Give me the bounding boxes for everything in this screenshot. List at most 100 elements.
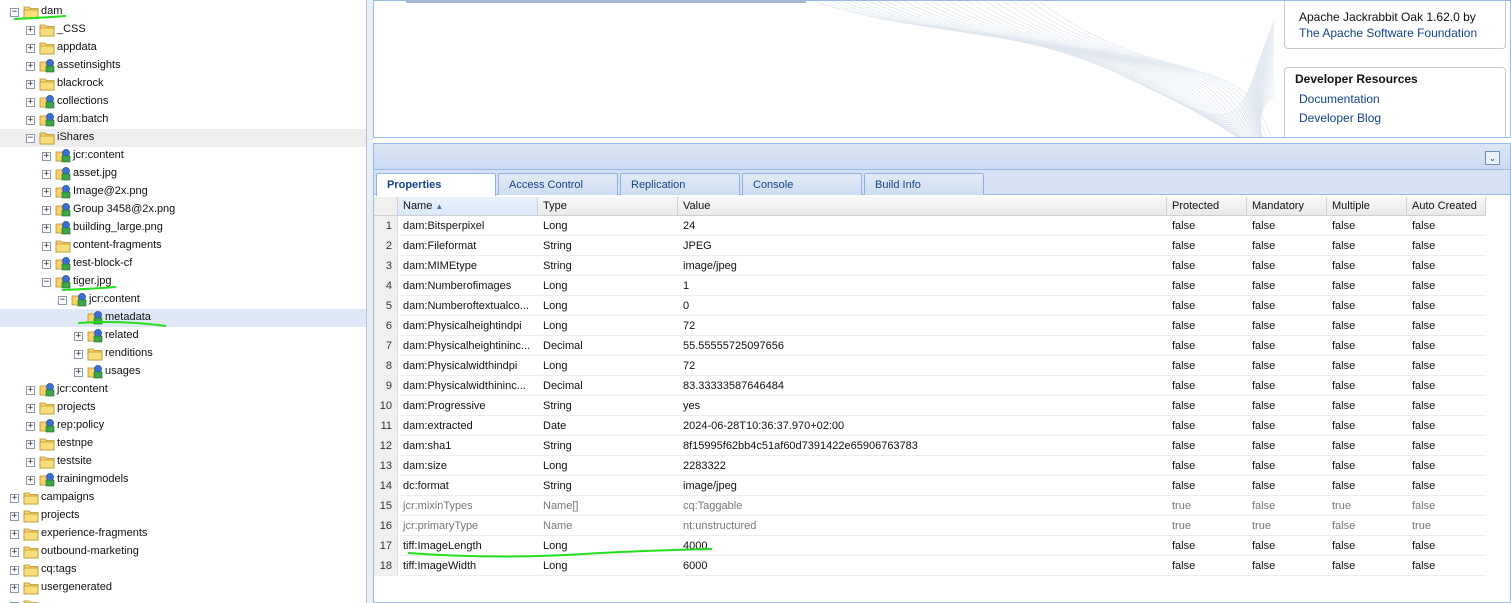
tree-node[interactable]: + usages (0, 363, 366, 381)
tab-properties[interactable]: Properties (376, 173, 496, 196)
expand-toggle-icon[interactable]: + (26, 386, 35, 395)
table-row[interactable]: 6 dam:Physicalheightindpi Long 72 false false… (374, 316, 1486, 336)
cell-auto-created[interactable]: false (1407, 276, 1486, 295)
cell-multiple[interactable]: false (1327, 236, 1407, 255)
expand-toggle-icon[interactable]: + (42, 152, 51, 161)
table-row[interactable]: 13 dam:size Long 2283322 false false false fals… (374, 456, 1486, 476)
tree-node[interactable]: + cq:tags (0, 561, 366, 579)
cell-mandatory[interactable]: false (1247, 356, 1327, 375)
collapse-toggle-icon[interactable]: − (42, 278, 51, 287)
expand-toggle-icon[interactable]: + (26, 440, 35, 449)
cell-auto-created[interactable]: false (1407, 356, 1486, 375)
cell-protected[interactable]: false (1167, 536, 1247, 555)
cell-auto-created[interactable]: false (1407, 376, 1486, 395)
tree-node[interactable]: + experience-fragments (0, 525, 366, 543)
table-row[interactable]: 1 dam:Bitsperpixel Long 24 false false false fa… (374, 216, 1486, 236)
cell-multiple[interactable]: false (1327, 516, 1407, 535)
cell-mandatory[interactable]: false (1247, 436, 1327, 455)
cell-value[interactable]: cq:Taggable (678, 496, 1167, 515)
cell-protected[interactable]: false (1167, 216, 1247, 235)
column-header-protected[interactable]: Protected (1167, 197, 1247, 215)
cell-mandatory[interactable]: false (1247, 556, 1327, 575)
developer-blog-link[interactable]: Developer Blog (1295, 109, 1495, 128)
cell-multiple[interactable]: false (1327, 336, 1407, 355)
cell-auto-created[interactable]: false (1407, 296, 1486, 315)
documentation-link[interactable]: Documentation (1295, 90, 1495, 109)
expand-toggle-icon[interactable]: + (26, 44, 35, 53)
cell-multiple[interactable]: false (1327, 376, 1407, 395)
expand-toggle-icon[interactable]: + (74, 368, 83, 377)
cell-mandatory[interactable]: false (1247, 396, 1327, 415)
tree-node[interactable]: + campaigns (0, 489, 366, 507)
cell-name[interactable]: tiff:ImageLength (398, 536, 538, 555)
cell-mandatory[interactable]: false (1247, 296, 1327, 315)
table-row[interactable]: 16 jcr:primaryType Name nt:unstructured true… (374, 516, 1486, 536)
table-row[interactable]: 9 dam:Physicalwidthininc... Decimal 83.3333… (374, 376, 1486, 396)
table-row[interactable]: 17 tiff:ImageLength Long 4000 false false fals… (374, 536, 1486, 556)
tree-node[interactable]: metadata (0, 309, 366, 327)
cell-multiple[interactable]: false (1327, 476, 1407, 495)
expand-toggle-icon[interactable]: + (42, 206, 51, 215)
tree-node[interactable]: + Group 3458@2x.png (0, 201, 366, 219)
cell-auto-created[interactable]: false (1407, 236, 1486, 255)
cell-type[interactable]: Decimal (538, 336, 678, 355)
column-header-mandatory[interactable]: Mandatory (1247, 197, 1327, 215)
cell-name[interactable]: dam:Bitsperpixel (398, 216, 538, 235)
tree-node[interactable]: + projects (0, 399, 366, 417)
cell-auto-created[interactable]: false (1407, 496, 1486, 515)
cell-mandatory[interactable]: false (1247, 376, 1327, 395)
cell-value[interactable]: 83.33333587646484 (678, 376, 1167, 395)
expand-toggle-icon[interactable]: + (10, 566, 19, 575)
cell-protected[interactable]: false (1167, 556, 1247, 575)
cell-auto-created[interactable]: false (1407, 416, 1486, 435)
cell-value[interactable]: 0 (678, 296, 1167, 315)
cell-multiple[interactable]: false (1327, 316, 1407, 335)
cell-name[interactable]: dc:format (398, 476, 538, 495)
cell-value[interactable]: image/jpeg (678, 256, 1167, 275)
cell-name[interactable]: dam:Numberoftextualco... (398, 296, 538, 315)
cell-multiple[interactable]: false (1327, 396, 1407, 415)
expand-toggle-icon[interactable]: + (42, 260, 51, 269)
cell-mandatory[interactable]: true (1247, 516, 1327, 535)
cell-protected[interactable]: false (1167, 296, 1247, 315)
cell-name[interactable]: dam:Numberofimages (398, 276, 538, 295)
tree-node[interactable]: + projects (0, 507, 366, 525)
expand-toggle-icon[interactable]: + (26, 62, 35, 71)
cell-protected[interactable]: true (1167, 496, 1247, 515)
collapse-toggle-icon[interactable]: − (26, 134, 35, 143)
cell-type[interactable]: Long (538, 276, 678, 295)
tree-node[interactable]: + usergenerated (0, 579, 366, 597)
cell-value[interactable]: 6000 (678, 556, 1167, 575)
table-row[interactable]: 12 dam:sha1 String 8f15995f62bb4c51af60d739… (374, 436, 1486, 456)
tree-node[interactable]: + testsite (0, 453, 366, 471)
table-row[interactable]: 15 jcr:mixinTypes Name[] cq:Taggable true fal… (374, 496, 1486, 516)
tree-node[interactable]: − dam (0, 3, 366, 21)
expand-toggle-icon[interactable]: + (26, 458, 35, 467)
cell-type[interactable]: String (538, 396, 678, 415)
tree-node[interactable]: + blackrock (0, 75, 366, 93)
cell-type[interactable]: Long (538, 296, 678, 315)
collapse-toggle-icon[interactable]: − (58, 296, 67, 305)
cell-value[interactable]: yes (678, 396, 1167, 415)
table-row[interactable]: 2 dam:Fileformat String JPEG false false false… (374, 236, 1486, 256)
cell-type[interactable]: Date (538, 416, 678, 435)
cell-mandatory[interactable]: false (1247, 216, 1327, 235)
expand-toggle-icon[interactable]: + (42, 224, 51, 233)
tree-node[interactable]: + testnpe (0, 435, 366, 453)
cell-name[interactable]: dam:size (398, 456, 538, 475)
cell-auto-created[interactable]: false (1407, 556, 1486, 575)
expand-toggle-icon[interactable]: + (42, 188, 51, 197)
cell-protected[interactable]: false (1167, 316, 1247, 335)
expand-toggle-icon[interactable]: + (42, 242, 51, 251)
tree-node[interactable]: + jcr:content (0, 381, 366, 399)
tree-node[interactable]: + outbound-marketing (0, 543, 366, 561)
cell-auto-created[interactable]: false (1407, 536, 1486, 555)
table-row[interactable]: 18 tiff:ImageWidth Long 6000 false false false… (374, 556, 1486, 576)
cell-multiple[interactable]: false (1327, 296, 1407, 315)
cell-name[interactable]: tiff:ImageWidth (398, 556, 538, 575)
cell-multiple[interactable]: false (1327, 356, 1407, 375)
cell-auto-created[interactable]: true (1407, 516, 1486, 535)
cell-type[interactable]: String (538, 436, 678, 455)
tree-node[interactable]: + collections (0, 93, 366, 111)
expand-toggle-icon[interactable]: + (26, 116, 35, 125)
